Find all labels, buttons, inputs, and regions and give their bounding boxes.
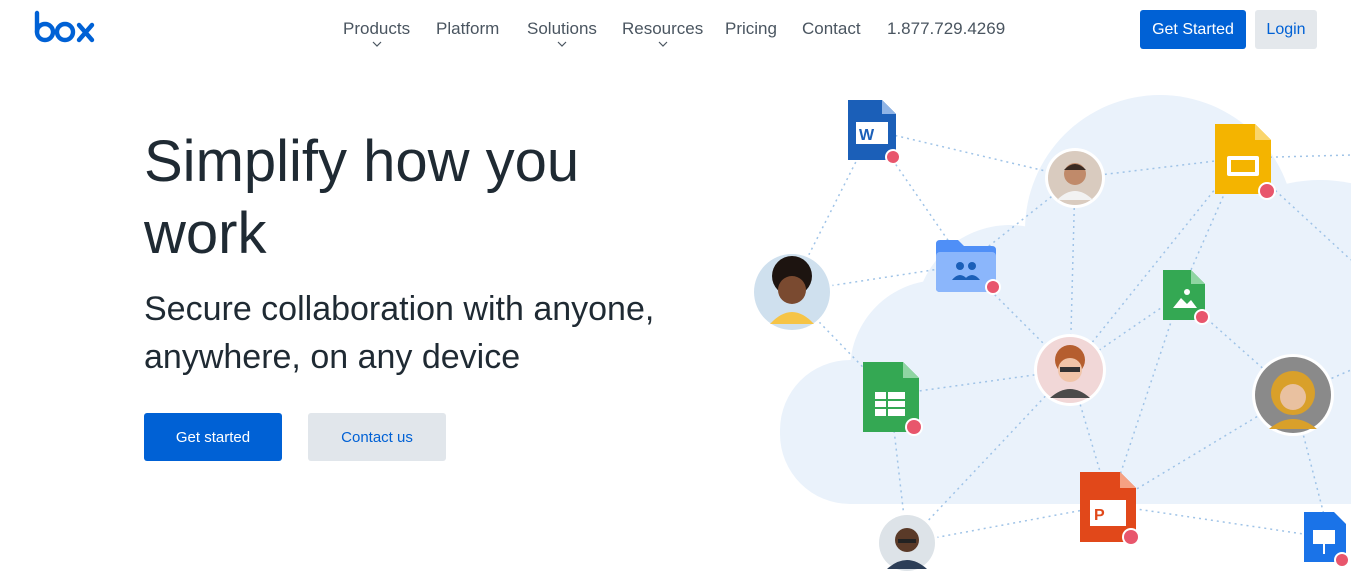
login-button[interactable]: Login [1255,10,1317,49]
nav-platform-label: Platform [436,19,500,38]
chevron-down-icon [557,41,567,47]
nav-contact[interactable]: Contact [802,19,861,39]
word-doc-icon: W [848,100,901,165]
svg-text:W: W [859,127,875,144]
nav-contact-label: Contact [802,19,861,38]
avatar [751,251,833,333]
hero-title: Simplify how you work [144,129,580,266]
avatar [1252,354,1334,436]
shared-folder-icon [936,240,1001,295]
get-started-button[interactable]: Get Started [1140,10,1246,49]
avatar [1034,334,1106,406]
hero-get-started-button[interactable]: Get started [144,413,282,461]
nav-pricing-label: Pricing [725,19,777,38]
nav-solutions-label: Solutions [527,19,597,38]
hero-subtitle: Secure collaboration with anyone, anywhe… [144,290,655,376]
powerpoint-icon: P [1080,472,1140,546]
nav-solutions[interactable]: Solutions [527,19,597,47]
nav-resources[interactable]: Resources [622,19,704,47]
nav-pricing[interactable]: Pricing [725,19,777,39]
phone-number: 1.877.729.4269 [887,19,1006,38]
phone-number-link[interactable]: 1.877.729.4269 [887,19,1005,39]
avatar [1045,148,1105,208]
site-header: Products Platform Solutions Resources Pr… [0,0,1351,60]
chevron-down-icon [658,41,668,47]
sheets-icon [863,362,923,436]
box-logo[interactable] [34,10,96,48]
keynote-icon [1304,512,1350,568]
svg-text:P: P [1094,507,1105,524]
nav-products[interactable]: Products [343,19,411,47]
nav-platform[interactable]: Platform [436,19,499,39]
nav-products-label: Products [343,19,411,38]
collaboration-illustration: W P [751,95,1351,574]
hero-contact-us-button[interactable]: Contact us [308,413,446,461]
slides-icon [1215,124,1276,200]
nav-resources-label: Resources [622,19,704,38]
avatar [876,512,938,574]
chevron-down-icon [372,41,381,47]
